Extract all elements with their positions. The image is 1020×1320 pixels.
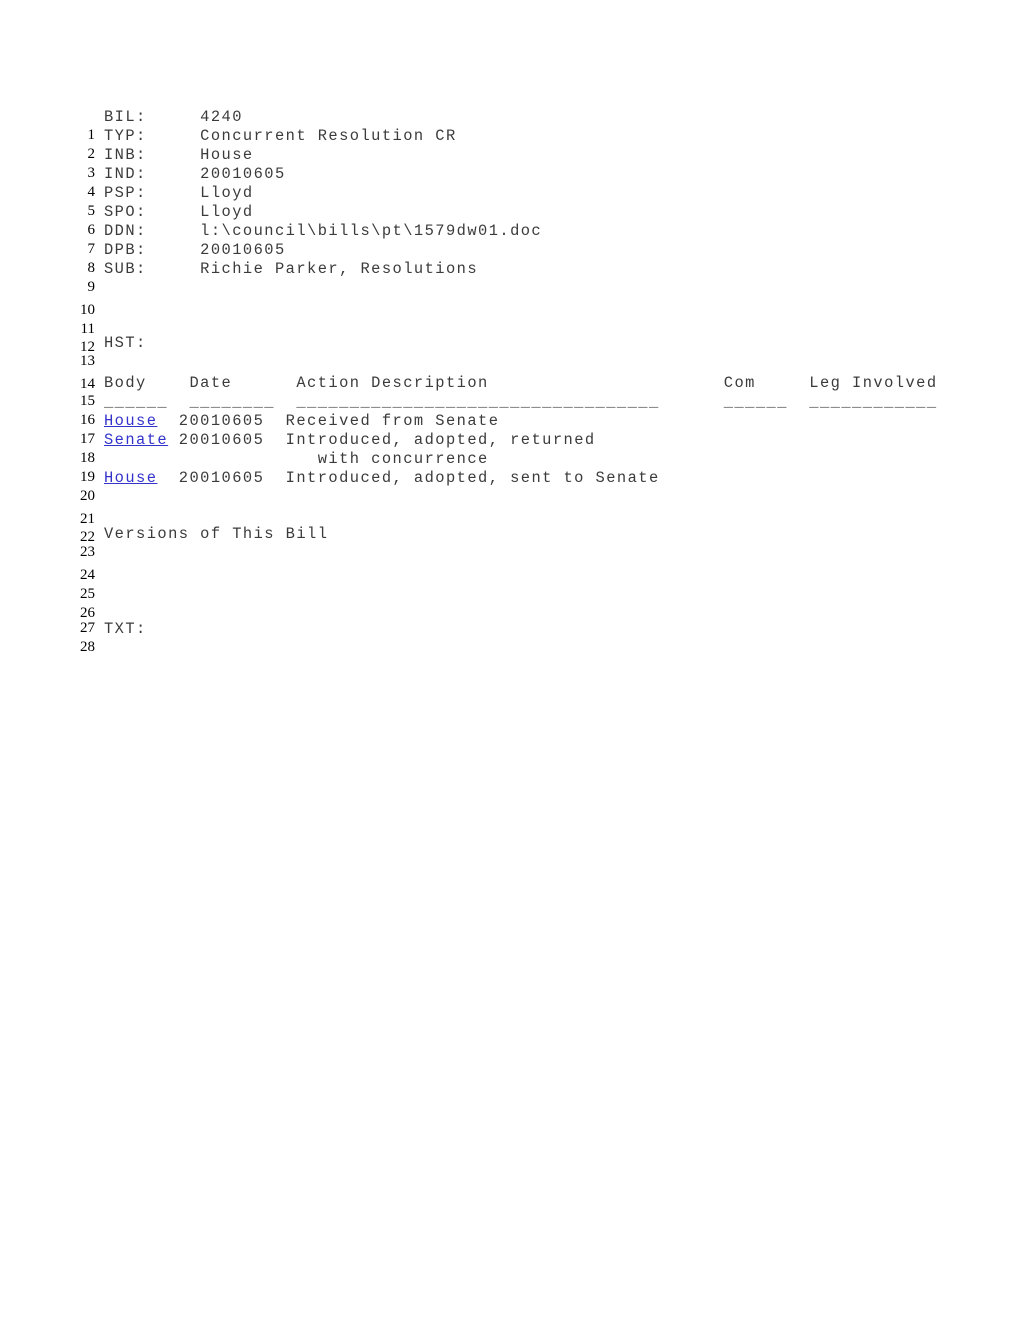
text-line: 21 [0, 492, 1020, 527]
text-line: 24 [0, 548, 1020, 583]
line-content: PSP: Lloyd [104, 184, 254, 202]
history-row-line: House 20010605 Introduced, adopted, sent… [104, 469, 660, 488]
text-line: 7 DDN: l:\council\bills\pt\1579dw01.doc [0, 222, 1020, 257]
history-row-line: Senate 20010605 Introduced, adopted, ret… [104, 431, 596, 450]
line-content: BIL: 4240 [104, 108, 243, 126]
line-content: INB: House [104, 146, 254, 164]
line-content: DPB: 20010605 [104, 241, 286, 259]
table-row: 20 House 20010605 Introduced, adopted, s… [0, 469, 1020, 504]
text-section-label: TXT: [104, 620, 147, 638]
document-page: 1 BIL: 4240 2 TYP: Concurrent Resolution… [0, 0, 1020, 1320]
text-line: 9 SUB: Richie Parker, Resolutions [0, 260, 1020, 295]
line-content: SPO: Lloyd [104, 203, 254, 221]
text-line: 6 SPO: Lloyd [0, 203, 1020, 238]
versions-heading: Versions of This Bill [104, 525, 329, 543]
history-section-label: HST: [104, 334, 147, 352]
text-line: 4 IND: 20010605 [0, 165, 1020, 200]
history-header-line: Body Date Action Description Com Leg Inv… [104, 374, 938, 392]
history-row-continuation: with concurrence [104, 450, 489, 468]
text-line: 25 [0, 567, 1020, 602]
history-row-line: House 20010605 Received from Senate [104, 412, 499, 431]
versions-heading-row: 23 Versions of This Bill [0, 525, 1020, 560]
history-row-rest: 20010605 Introduced, adopted, returned [168, 431, 596, 449]
line-number: 28 [80, 639, 95, 655]
table-row-continuation: 19 with concurrence [0, 450, 1020, 485]
text-line: 11 [0, 302, 1020, 337]
text-line: 28 TXT: [0, 620, 1020, 655]
history-body-link-house-2[interactable]: House [104, 469, 157, 487]
history-table-rule-row: 16 ______ ________ _____________________… [0, 393, 1020, 428]
history-body-link-house[interactable]: House [104, 412, 157, 430]
line-content: DDN: l:\council\bills\pt\1579dw01.doc [104, 222, 543, 240]
history-header-rule: ______ ________ ________________________… [104, 393, 938, 411]
line-content: SUB: Richie Parker, Resolutions [104, 260, 479, 278]
history-table-header-row: 15 Body Date Action Description Com Leg … [0, 374, 1020, 409]
history-row-rest: 20010605 Introduced, adopted, sent to Se… [157, 469, 660, 487]
text-line: 2 TYP: Concurrent Resolution CR [0, 127, 1020, 162]
table-row: 18 Senate 20010605 Introduced, adopted, … [0, 431, 1020, 466]
line-content: TYP: Concurrent Resolution CR [104, 127, 457, 145]
history-row-rest: 20010605 Received from Senate [157, 412, 500, 430]
table-row: 17 House 20010605 Received from Senate [0, 412, 1020, 447]
history-body-link-senate[interactable]: Senate [104, 431, 168, 449]
text-line: 5 PSP: Lloyd [0, 184, 1020, 219]
line-content: IND: 20010605 [104, 165, 286, 183]
text-line: 8 DPB: 20010605 [0, 241, 1020, 276]
text-line: 13 HST: [0, 334, 1020, 369]
text-line: 27 [0, 601, 1020, 636]
text-line: 1 BIL: 4240 [0, 108, 1020, 143]
text-line: 3 INB: House [0, 146, 1020, 181]
text-line: 10 [0, 283, 1020, 318]
